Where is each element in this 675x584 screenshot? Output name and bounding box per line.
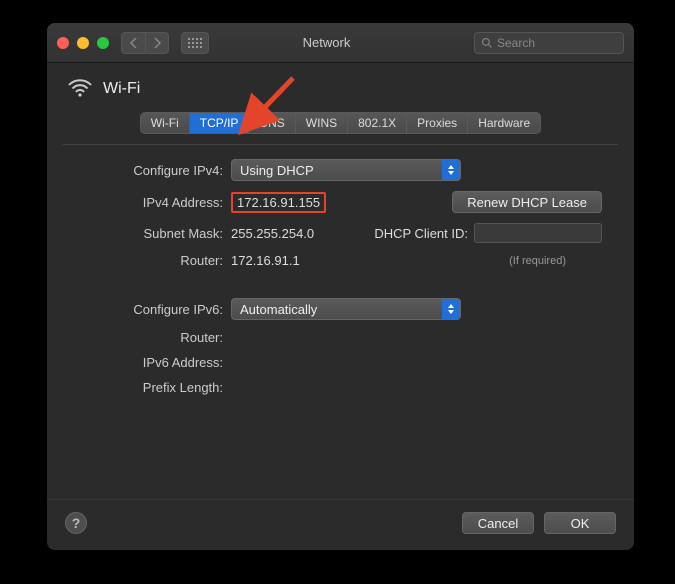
subnet-mask-label: Subnet Mask: xyxy=(79,226,231,241)
tabs-container: Wi-FiTCP/IPDNSWINS802.1XProxiesHardware xyxy=(47,106,634,138)
renew-dhcp-button[interactable]: Renew DHCP Lease xyxy=(452,191,602,213)
prefix-length-row: Prefix Length: xyxy=(79,380,602,395)
ipv4-router-value: 172.16.91.1 xyxy=(231,253,300,268)
ipv4-address-label: IPv4 Address: xyxy=(79,195,231,210)
configure-ipv4-value: Using DHCP xyxy=(240,163,314,178)
tab-hardware[interactable]: Hardware xyxy=(468,113,540,133)
subnet-mask-value: 255.255.254.0 xyxy=(231,226,314,241)
wifi-icon xyxy=(67,77,93,100)
search-field[interactable]: Search xyxy=(474,32,624,54)
updown-icon xyxy=(442,299,460,319)
ipv6-router-label: Router: xyxy=(79,330,231,345)
tcpip-panel: Configure IPv4: Using DHCP IPv4 Address:… xyxy=(63,144,618,499)
ipv6-router-row: Router: xyxy=(79,330,602,345)
tab-proxies[interactable]: Proxies xyxy=(407,113,468,133)
tab-wifi[interactable]: Wi-Fi xyxy=(141,113,190,133)
ipv4-address-highlight: 172.16.91.155 xyxy=(231,192,326,213)
updown-icon xyxy=(442,160,460,180)
prefix-length-label: Prefix Length: xyxy=(79,380,231,395)
ipv6-address-label: IPv6 Address: xyxy=(79,355,231,370)
ipv4-router-label: Router: xyxy=(79,253,231,268)
ok-button[interactable]: OK xyxy=(544,512,616,534)
subnet-mask-row: Subnet Mask: 255.255.254.0 DHCP Client I… xyxy=(79,223,602,243)
dhcp-client-id-input[interactable] xyxy=(474,223,602,243)
ipv4-router-row: Router: 172.16.91.1 (If required) xyxy=(79,253,602,268)
configure-ipv6-row: Configure IPv6: Automatically xyxy=(79,298,602,320)
dhcp-client-id-hint: (If required) xyxy=(509,255,566,267)
tab-wins[interactable]: WINS xyxy=(296,113,348,133)
configure-ipv4-label: Configure IPv4: xyxy=(79,163,231,178)
ipv6-address-row: IPv6 Address: xyxy=(79,355,602,370)
search-placeholder: Search xyxy=(497,36,535,50)
configure-ipv4-select[interactable]: Using DHCP xyxy=(231,159,461,181)
configure-ipv4-row: Configure IPv4: Using DHCP xyxy=(79,159,602,181)
tab-dns[interactable]: DNS xyxy=(249,113,295,133)
configure-ipv6-select[interactable]: Automatically xyxy=(231,298,461,320)
window-title: Network xyxy=(187,35,466,50)
forward-button[interactable] xyxy=(145,32,169,54)
titlebar: Network Search xyxy=(47,23,634,63)
nav-buttons xyxy=(121,32,169,54)
dhcp-client-id-label: DHCP Client ID: xyxy=(374,226,468,241)
minimize-window-button[interactable] xyxy=(77,37,89,49)
search-icon xyxy=(481,37,493,49)
back-button[interactable] xyxy=(121,32,145,54)
close-window-button[interactable] xyxy=(57,37,69,49)
help-button[interactable]: ? xyxy=(65,512,87,534)
network-preferences-window: Network Search Wi-Fi Wi-FiTCP/IPDNSWINS8… xyxy=(47,23,634,550)
dialog-footer: ? Cancel OK xyxy=(47,499,634,550)
configure-ipv6-value: Automatically xyxy=(240,302,317,317)
tab-8021x[interactable]: 802.1X xyxy=(348,113,407,133)
configure-ipv6-label: Configure IPv6: xyxy=(79,302,231,317)
interface-header: Wi-Fi xyxy=(47,63,634,106)
cancel-button[interactable]: Cancel xyxy=(462,512,534,534)
window-controls xyxy=(57,37,109,49)
ipv4-address-value: 172.16.91.155 xyxy=(237,195,320,210)
ipv4-address-row: IPv4 Address: 172.16.91.155 Renew DHCP L… xyxy=(79,191,602,213)
interface-name: Wi-Fi xyxy=(103,80,140,98)
maximize-window-button[interactable] xyxy=(97,37,109,49)
tab-tcpip[interactable]: TCP/IP xyxy=(190,113,250,133)
